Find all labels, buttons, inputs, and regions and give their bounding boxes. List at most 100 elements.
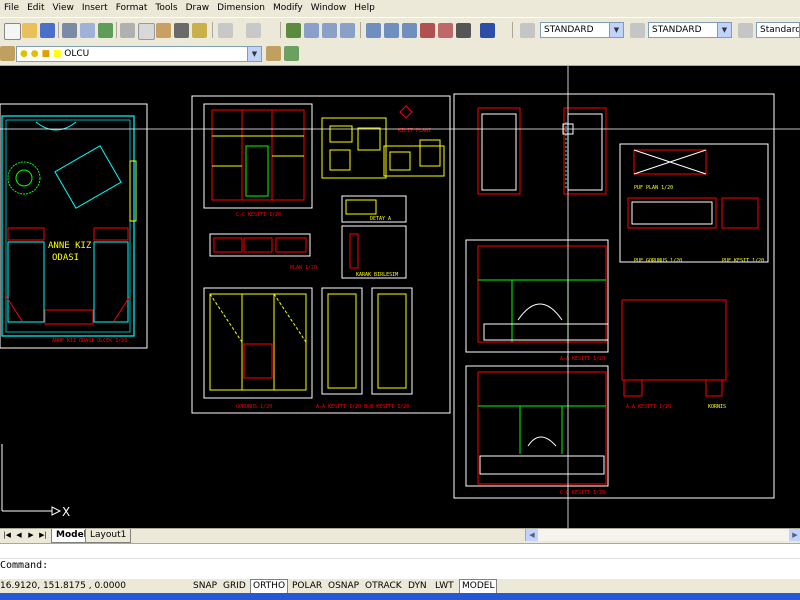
- menu-draw[interactable]: Draw: [182, 0, 214, 16]
- model-toggle[interactable]: MODEL: [459, 579, 498, 594]
- leg-label: KORNIS: [708, 404, 726, 410]
- new-file-icon[interactable]: [4, 23, 21, 40]
- separator: [116, 22, 117, 38]
- copy-icon[interactable]: [138, 23, 155, 40]
- windows-taskbar: [0, 593, 800, 600]
- calculator-icon[interactable]: [456, 23, 471, 38]
- layer-manager-icon[interactable]: [0, 46, 15, 61]
- zoom-window-icon[interactable]: [322, 23, 337, 38]
- room-label-line1: ANNE KIZ: [48, 241, 92, 251]
- menu-edit[interactable]: Edit: [23, 0, 48, 16]
- model-space: ANNE KIZ ODASI ANNE KIZ ODASI OLCEK 1/20…: [0, 66, 800, 528]
- separator: [512, 22, 513, 38]
- table-style-value: Standard: [760, 25, 800, 35]
- command-prompt[interactable]: Command:: [0, 560, 48, 571]
- first-tab-icon[interactable]: |◀: [2, 530, 12, 541]
- standard-toolbar: STANDARD ▼ STANDARD ▼ Standard: [0, 17, 800, 44]
- sheet-set-icon[interactable]: [420, 23, 435, 38]
- snap-toggle[interactable]: SNAP: [190, 579, 220, 594]
- horizontal-scrollbar[interactable]: ◀ ▶: [525, 529, 800, 541]
- scroll-left-icon[interactable]: ◀: [526, 529, 538, 541]
- dyn-toggle[interactable]: DYN: [405, 579, 430, 594]
- scroll-right-icon[interactable]: ▶: [789, 529, 800, 541]
- last-tab-icon[interactable]: ▶|: [38, 530, 48, 541]
- publish-icon[interactable]: [98, 23, 113, 38]
- previous-tab-icon[interactable]: ◀: [14, 530, 24, 541]
- block-editor-icon[interactable]: [192, 23, 207, 38]
- lightbulb-icon: ●: [20, 49, 28, 59]
- text-style-icon[interactable]: [520, 23, 535, 38]
- puf-plan-label: PUF PLAN 1/20: [634, 185, 673, 191]
- menu-view[interactable]: View: [49, 0, 78, 16]
- properties-icon[interactable]: [366, 23, 381, 38]
- layer-name: OLCU: [64, 49, 90, 59]
- aa-section-label: A-A KESITI 1/20: [626, 404, 671, 410]
- open-file-icon[interactable]: [22, 23, 37, 38]
- layers-toolbar: ● ● ■ ■ OLCU ▼: [0, 43, 800, 66]
- menu-modify[interactable]: Modify: [269, 0, 307, 16]
- match-properties-icon[interactable]: [174, 23, 189, 38]
- command-window[interactable]: Command:: [0, 543, 800, 578]
- text-style-dropdown[interactable]: STANDARD ▼: [540, 22, 624, 38]
- zoom-realtime-icon[interactable]: [304, 23, 319, 38]
- chevron-down-icon: ▼: [717, 23, 731, 37]
- make-layer-current-icon[interactable]: [266, 46, 281, 61]
- dim-style-icon[interactable]: [630, 23, 645, 38]
- redo-icon[interactable]: [246, 23, 261, 38]
- help-icon[interactable]: [480, 23, 495, 38]
- tab-layout1[interactable]: Layout1: [85, 529, 132, 543]
- print-icon[interactable]: [62, 23, 77, 38]
- save-icon[interactable]: [40, 23, 55, 38]
- design-center-icon[interactable]: [384, 23, 399, 38]
- room-caption: ANNE KIZ ODASI OLCEK 1/20: [52, 338, 127, 344]
- plot-preview-icon[interactable]: [80, 23, 95, 38]
- room-label-line2: ODASI: [52, 253, 79, 263]
- tool-palettes-icon[interactable]: [402, 23, 417, 38]
- menu-tools[interactable]: Tools: [151, 0, 181, 16]
- detail-label: DETAY A: [370, 216, 391, 222]
- ucs-icon: X: [1, 444, 70, 519]
- chevron-down-icon: ▼: [247, 47, 261, 61]
- pan-icon[interactable]: [286, 23, 301, 38]
- coordinate-readout: 16.9120, 151.8175 , 0.0000: [0, 581, 126, 591]
- section-cc-label: C-C KESITI 1/20: [236, 212, 281, 218]
- table-style-icon[interactable]: [738, 23, 753, 38]
- next-tab-icon[interactable]: ▶: [26, 530, 36, 541]
- undo-icon[interactable]: [218, 23, 233, 38]
- ucs-x-label: X: [62, 505, 70, 519]
- room-plan: ANNE KIZ ODASI ANNE KIZ ODASI OLCEK 1/20: [0, 103, 148, 349]
- drawing-canvas[interactable]: ANNE KIZ ODASI ANNE KIZ ODASI OLCEK 1/20…: [0, 66, 800, 528]
- cabinet-section-2-label: C-C KESITI 1/20: [560, 490, 605, 496]
- menu-bar: File Edit View Insert Format Tools Draw …: [0, 0, 800, 16]
- chevron-down-icon: ▼: [609, 23, 623, 37]
- puf-section-label: PUF KESIT 1/20: [722, 258, 764, 264]
- wardrobe-sheet: C-C KESITI 1/20 KILIT PLANI DETAY A KARA…: [191, 95, 451, 414]
- lock-icon: ■: [41, 49, 50, 59]
- separator: [360, 22, 361, 38]
- menu-help[interactable]: Help: [350, 0, 379, 16]
- layer-previous-icon[interactable]: [284, 46, 299, 61]
- polar-toggle[interactable]: POLAR: [289, 579, 325, 594]
- paste-icon[interactable]: [156, 23, 171, 38]
- dim-style-dropdown[interactable]: STANDARD ▼: [648, 22, 732, 38]
- menu-insert[interactable]: Insert: [78, 0, 112, 16]
- menu-window[interactable]: Window: [307, 0, 351, 16]
- menu-dimension[interactable]: Dimension: [213, 0, 269, 16]
- otrack-toggle[interactable]: OTRACK: [362, 579, 405, 594]
- cut-icon[interactable]: [120, 23, 135, 38]
- ortho-toggle[interactable]: ORTHO: [250, 579, 289, 594]
- command-history: [0, 546, 800, 559]
- lwt-toggle[interactable]: LWT: [432, 579, 457, 594]
- table-style-dropdown[interactable]: Standard: [756, 22, 800, 38]
- grid-toggle[interactable]: GRID: [220, 579, 249, 594]
- layer-dropdown[interactable]: ● ● ■ ■ OLCU ▼: [16, 46, 262, 62]
- color-swatch-icon: ■: [52, 49, 62, 59]
- osnap-toggle[interactable]: OSNAP: [325, 579, 362, 594]
- elevation-label: GORUNUS 1/20: [236, 404, 272, 410]
- markup-set-icon[interactable]: [438, 23, 453, 38]
- puf-elevation-label: PUF GORUNUS 1/20: [634, 258, 682, 264]
- separator: [58, 22, 59, 38]
- menu-file[interactable]: File: [0, 0, 23, 16]
- menu-format[interactable]: Format: [112, 0, 152, 16]
- zoom-previous-icon[interactable]: [340, 23, 355, 38]
